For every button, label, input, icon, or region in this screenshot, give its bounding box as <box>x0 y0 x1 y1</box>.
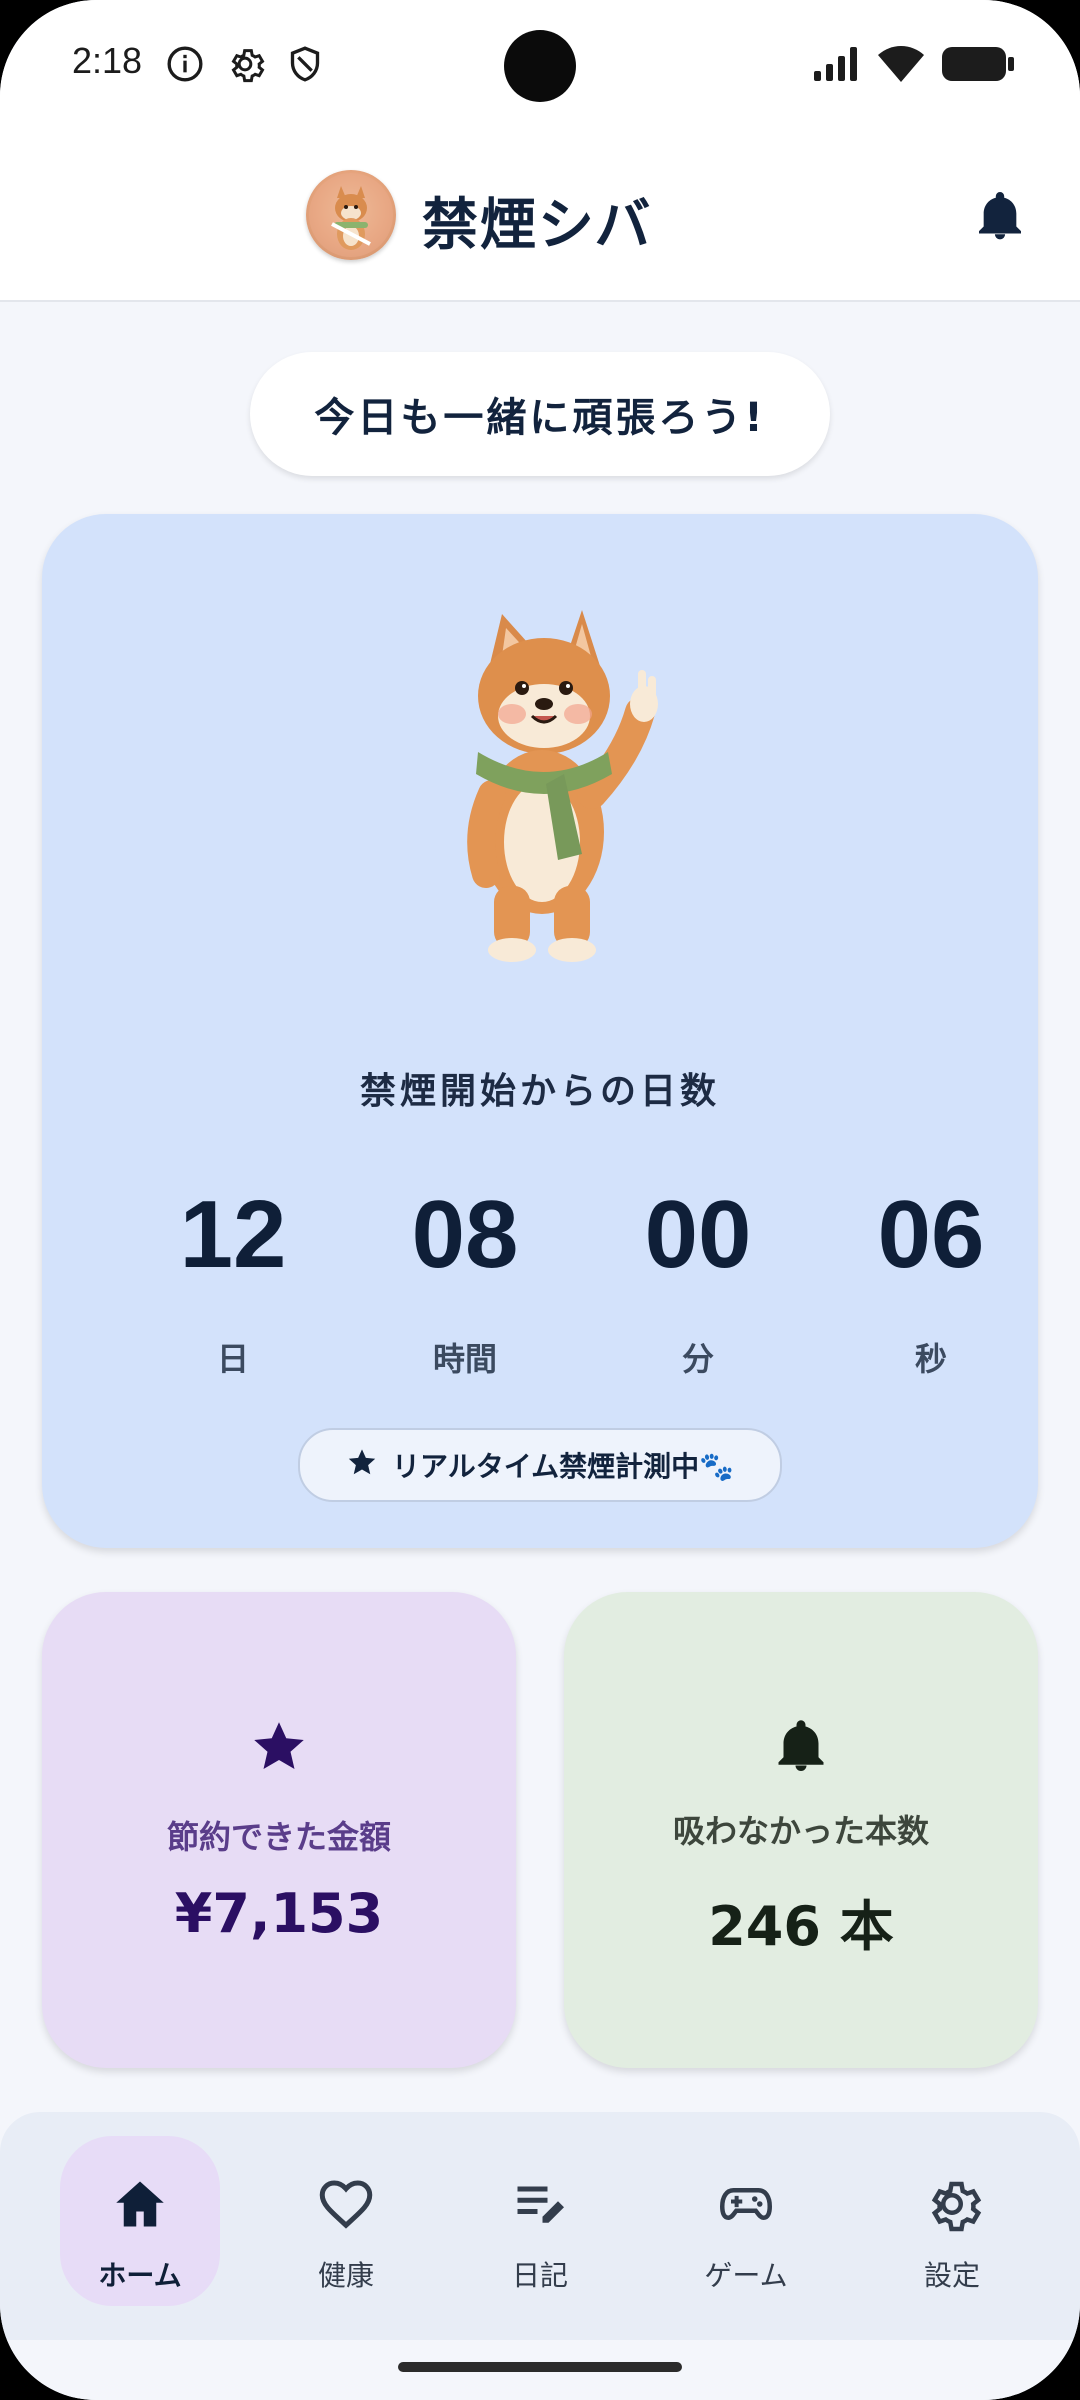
gear-icon <box>922 2174 982 2234</box>
nav-health[interactable]: 健康 <box>266 2136 426 2306</box>
status-icons-right <box>814 46 1014 86</box>
minutes-unit: 分 <box>681 1340 714 1378</box>
timer-label: 禁煙開始からの日数 <box>359 1071 720 1112</box>
hours-value: 08 <box>411 1181 519 1288</box>
battery-icon <box>942 47 1014 85</box>
wifi-icon <box>878 46 924 86</box>
nav-home-label: ホーム <box>98 2259 182 2292</box>
info-icon <box>165 44 205 84</box>
live-tracking-badge: リアルタイム禁煙計測中🐾 <box>298 1428 782 1502</box>
gamepad-icon <box>716 2174 776 2234</box>
money-saved-value: ¥7,153 <box>174 1882 384 1945</box>
nav-health-label: 健康 <box>317 2259 374 2292</box>
seconds-counter: 06 秒 <box>816 1180 1046 1380</box>
encouragement-pill: 今日も一緒に頑張ろう! <box>250 352 830 476</box>
nav-settings[interactable]: 設定 <box>872 2136 1032 2306</box>
status-icons-left <box>165 44 325 84</box>
money-saved-card: 節約できた金額 ¥7,153 <box>42 1592 516 2068</box>
seconds-unit: 秒 <box>914 1340 947 1378</box>
hours-counter: 08 時間 <box>350 1180 580 1380</box>
front-camera <box>504 30 576 102</box>
nav-home[interactable]: ホーム <box>60 2136 220 2306</box>
nav-diary[interactable]: 日記 <box>460 2136 620 2306</box>
home-indicator[interactable] <box>398 2362 682 2372</box>
minutes-value: 00 <box>644 1181 752 1288</box>
nav-game[interactable]: ゲーム <box>666 2136 826 2306</box>
heart-icon <box>316 2174 376 2234</box>
nav-diary-label: 日記 <box>511 2259 568 2292</box>
star-icon <box>249 1716 309 1776</box>
nav-settings-label: 設定 <box>923 2259 980 2292</box>
hours-unit: 時間 <box>432 1340 497 1378</box>
bell-icon <box>771 1716 831 1776</box>
days-value: 12 <box>179 1181 287 1288</box>
app-bar: 禁煙シバ <box>0 130 1080 302</box>
days-counter: 12 日 <box>118 1180 348 1380</box>
live-tracking-label: リアルタイム禁煙計測中🐾 <box>391 1450 735 1483</box>
notification-bell-icon[interactable] <box>972 188 1028 244</box>
shield-icon <box>285 44 325 84</box>
quit-timer-card: 禁煙開始からの日数 12 日 08 時間 00 分 06 秒 リアルタイム禁煙計… <box>42 514 1038 1548</box>
shiba-mascot-image <box>432 604 672 964</box>
days-unit: 日 <box>216 1340 249 1378</box>
signal-icon <box>814 47 860 85</box>
seconds-value: 06 <box>877 1181 985 1288</box>
nav-game-label: ゲーム <box>704 2259 788 2292</box>
bottom-navigation: ホーム 健康 日記 ゲーム 設定 <box>0 2112 1080 2340</box>
edit-note-icon <box>510 2174 570 2234</box>
app-avatar <box>306 170 396 260</box>
cigarettes-avoided-value: 246 本 <box>708 1895 894 1958</box>
cigarettes-avoided-card: 吸わなかった本数 246 本 <box>564 1592 1038 2068</box>
minutes-counter: 00 分 <box>583 1180 813 1380</box>
phone-screen: 2:18 禁煙シバ 今日も一緒に頑張ろう! 禁煙開始からの日数 12 日 08 … <box>0 0 1080 2400</box>
home-icon <box>110 2174 170 2234</box>
status-bar: 2:18 <box>0 0 1080 130</box>
status-time: 2:18 <box>72 40 143 81</box>
money-saved-label: 節約できた金額 <box>166 1818 391 1856</box>
cigarettes-avoided-label: 吸わなかった本数 <box>672 1812 929 1850</box>
app-title: 禁煙シバ <box>422 193 653 258</box>
star-icon <box>346 1446 378 1485</box>
gear-icon <box>225 44 265 84</box>
